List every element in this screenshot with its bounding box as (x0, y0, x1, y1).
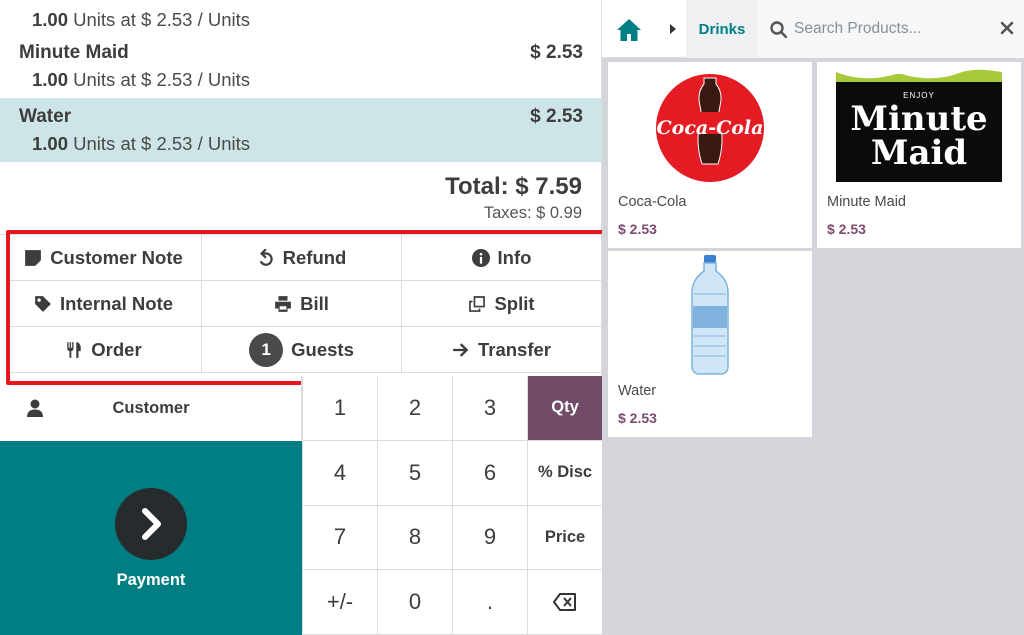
order-line-selected[interactable]: Water $ 2.53 1.00 Units at $ 2.53 / Unit… (0, 98, 602, 162)
sticky-note-icon (25, 249, 42, 266)
product-price: $ 2.53 (827, 221, 866, 237)
numpad-key-4[interactable]: 4 (302, 440, 377, 506)
svg-text:Maid: Maid (871, 133, 967, 173)
svg-text:Coca-Cola: Coca-Cola (657, 117, 764, 139)
info-button[interactable]: Info (402, 235, 602, 281)
customer-label: Customer (112, 398, 190, 417)
refund-button[interactable]: Refund (202, 235, 402, 281)
payment-label: Payment (116, 571, 186, 589)
numpad-key-3[interactable]: 3 (452, 376, 527, 441)
close-icon[interactable] (1000, 21, 1014, 35)
pos-screen: 1.00 Units at $ 2.53 / Units Minute Maid… (0, 0, 1024, 635)
numpad-key-dot[interactable]: . (452, 570, 527, 635)
transfer-label: Transfer (477, 338, 551, 360)
product-name: Coca-Cola (618, 194, 687, 210)
order-line-price: $ 2.53 (530, 42, 583, 63)
order-line-detail: 1.00 Units at $ 2.53 / Units (32, 69, 251, 90)
minute-maid-logo: ENJOY Minute Maid (836, 69, 1002, 182)
split-button[interactable]: Split (402, 281, 602, 327)
order-totals: Total: $ 7.59 Taxes: $ 0.99 (0, 170, 602, 228)
order-pane: 1.00 Units at $ 2.53 / Units Minute Maid… (0, 0, 609, 635)
coca-cola-logo: Coca-Cola (656, 74, 764, 182)
customer-note-label: Customer Note (50, 246, 183, 268)
copy-icon (469, 295, 486, 312)
order-line-price: $ 2.53 (530, 106, 583, 127)
breadcrumb-drinks[interactable]: Drinks (686, 0, 758, 58)
product-card[interactable]: Coca-Cola Coca-Cola $ 2.53 (608, 62, 812, 248)
numpad-key-0[interactable]: 0 (377, 570, 452, 635)
numpad-key-8[interactable]: 8 (377, 505, 452, 571)
transfer-button[interactable]: Transfer (402, 327, 602, 373)
product-name: Water (618, 383, 657, 399)
discount-mode-button[interactable]: % Disc (527, 440, 602, 506)
order-button[interactable]: Order (6, 327, 202, 373)
product-card[interactable]: ENJOY Minute Maid Minute Maid $ 2.53 (817, 62, 1021, 248)
order-total: Total: $ 7.59 (445, 173, 582, 200)
products-pane: Drinks Coca-Cola Coca-Cola $ 2.53 (602, 0, 1024, 635)
info-label: Info (497, 246, 532, 268)
arrow-right-icon (453, 342, 469, 357)
numpad-key-5[interactable]: 5 (377, 440, 452, 506)
search-icon (770, 21, 787, 38)
products-topbar: Drinks (602, 0, 1024, 58)
numpad-key-plus-minus[interactable]: +/- (302, 570, 377, 635)
product-name: Minute Maid (827, 194, 906, 210)
order-line-name: Water (19, 106, 72, 127)
numpad-key-1[interactable]: 1 (302, 376, 377, 441)
product-card[interactable]: Water $ 2.53 (608, 251, 812, 437)
price-mode-button[interactable]: Price (527, 505, 602, 571)
order-lines: 1.00 Units at $ 2.53 / Units Minute Maid… (0, 0, 602, 170)
order-taxes: Taxes: $ 0.99 (483, 204, 582, 222)
customer-note-button[interactable]: Customer Note (6, 235, 202, 281)
order-line-name: Minute Maid (19, 42, 129, 63)
internal-note-button[interactable]: Internal Note (6, 281, 202, 327)
split-label: Split (494, 292, 535, 314)
chevron-right-icon (115, 488, 187, 560)
backspace-icon (553, 593, 576, 612)
numpad-key-7[interactable]: 7 (302, 505, 377, 571)
order-line[interactable]: 1.00 Units at $ 2.53 / Units (0, 0, 602, 38)
numpad-key-6[interactable]: 6 (452, 440, 527, 506)
undo-icon (259, 248, 273, 266)
product-image: Coca-Cola (608, 62, 812, 190)
product-image: ENJOY Minute Maid (817, 62, 1021, 190)
guests-count-badge: 1 (249, 332, 284, 367)
printer-icon (275, 295, 291, 312)
guests-label: Guests (291, 338, 354, 360)
cutlery-icon (67, 341, 82, 358)
control-buttons: Customer Note Refund Info Internal Note … (0, 234, 602, 374)
refund-label: Refund (282, 246, 347, 268)
order-label: Order (91, 338, 142, 360)
tag-icon (35, 295, 51, 312)
home-icon[interactable] (616, 18, 642, 42)
bill-button[interactable]: Bill (202, 281, 402, 327)
product-search (758, 0, 1024, 58)
product-price: $ 2.53 (618, 410, 657, 426)
product-price: $ 2.53 (618, 221, 657, 237)
caret-right-icon (670, 24, 676, 34)
payment-button[interactable]: Payment (0, 441, 302, 635)
customer-button[interactable]: Customer (0, 376, 302, 440)
search-input[interactable] (794, 16, 984, 42)
numpad: 1 2 3 Qty 4 5 6 % Disc 7 8 9 Price +/- 0… (302, 376, 602, 635)
order-line[interactable]: Minute Maid $ 2.53 1.00 Units at $ 2.53 … (0, 34, 602, 98)
qty-mode-button[interactable]: Qty (527, 376, 602, 441)
numpad-key-9[interactable]: 9 (452, 505, 527, 571)
bill-label: Bill (300, 292, 329, 314)
backspace-button[interactable] (527, 570, 602, 635)
numpad-key-2[interactable]: 2 (377, 376, 452, 441)
product-image (608, 251, 812, 379)
info-circle-icon (471, 248, 490, 267)
order-line-detail: 1.00 Units at $ 2.53 / Units (32, 133, 251, 154)
internal-note-label: Internal Note (59, 292, 174, 314)
water-bottle-icon (691, 255, 729, 375)
order-line-detail: 1.00 Units at $ 2.53 / Units (32, 9, 251, 30)
guests-button[interactable]: 1 Guests (202, 327, 402, 373)
